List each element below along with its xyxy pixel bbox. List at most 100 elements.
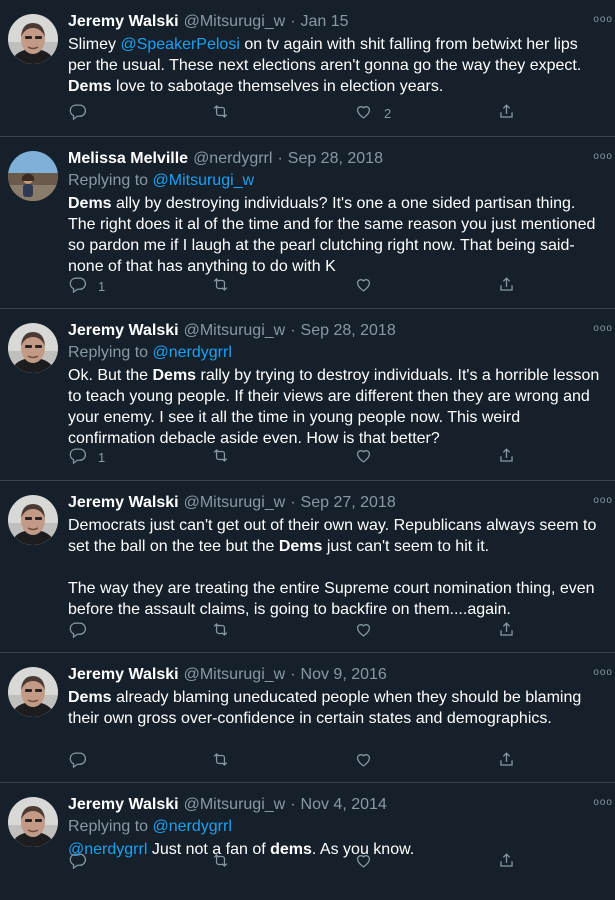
replying-to-link[interactable]: @Mitsurugi_w: [153, 172, 255, 189]
reply-icon: [68, 620, 87, 642]
display-name[interactable]: Jeremy Walski: [68, 493, 179, 513]
highlighted-term: Dems: [68, 78, 112, 95]
like-button[interactable]: [354, 275, 497, 297]
like-button[interactable]: [354, 851, 497, 873]
reply-button[interactable]: [68, 102, 211, 124]
display-name[interactable]: Melissa Melville: [68, 149, 188, 169]
like-count: 2: [384, 105, 392, 121]
tweet-actions: [68, 620, 605, 642]
display-name[interactable]: Jeremy Walski: [68, 665, 179, 685]
tweet-timestamp[interactable]: Nov 4, 2014: [301, 795, 387, 815]
display-name[interactable]: Jeremy Walski: [68, 321, 179, 341]
like-button[interactable]: [354, 620, 497, 642]
like-button[interactable]: 2: [354, 102, 497, 124]
share-icon: [497, 620, 516, 642]
tweet-content: Jeremy Walski @Mitsurugi_w · Nov 9, 2016…: [68, 665, 605, 729]
retweet-button[interactable]: [211, 851, 354, 873]
replying-to-link[interactable]: @nerdygrrl: [153, 818, 232, 835]
share-icon: [497, 851, 516, 873]
user-handle[interactable]: @Mitsurugi_w: [184, 795, 286, 815]
user-handle[interactable]: @Mitsurugi_w: [184, 12, 286, 32]
tweet[interactable]: Jeremy Walski @Mitsurugi_w · Nov 4, 2014…: [0, 783, 615, 900]
tweet-actions: [68, 750, 605, 772]
text-segment: love to sabotage themselves in election …: [111, 78, 444, 95]
tweet-text: Dems ally by destroying individuals? It'…: [68, 193, 605, 277]
like-icon: [354, 446, 373, 468]
avatar[interactable]: [8, 323, 58, 373]
tweet-header: Jeremy Walski @Mitsurugi_w · Nov 9, 2016: [68, 665, 605, 685]
retweet-icon: [211, 275, 230, 297]
tweet-text: Ok. But the Dems rally by trying to dest…: [68, 365, 605, 449]
separator-dot: ·: [290, 13, 296, 30]
replying-to-link[interactable]: @nerdygrrl: [153, 344, 232, 361]
reply-button[interactable]: [68, 851, 211, 873]
tweet-actions: 1: [68, 275, 605, 297]
retweet-button[interactable]: [211, 620, 354, 642]
display-name[interactable]: Jeremy Walski: [68, 795, 179, 815]
tweet[interactable]: Jeremy Walski @Mitsurugi_w · Jan 15 Slim…: [0, 0, 615, 137]
tweet-timestamp[interactable]: Sep 27, 2018: [301, 493, 396, 513]
replying-label: Replying to: [68, 344, 153, 361]
tweet[interactable]: Jeremy Walski @Mitsurugi_w · Nov 9, 2016…: [0, 653, 615, 783]
share-button[interactable]: [497, 750, 516, 772]
share-button[interactable]: [497, 851, 516, 873]
tweet-timestamp[interactable]: Nov 9, 2016: [301, 665, 387, 685]
avatar[interactable]: [8, 14, 58, 64]
mention-link[interactable]: @SpeakerPelosi: [120, 36, 239, 53]
tweet-timestamp[interactable]: Sep 28, 2018: [301, 321, 396, 341]
tweet-timeline: Jeremy Walski @Mitsurugi_w · Jan 15 Slim…: [0, 0, 615, 900]
highlighted-term: Dems: [152, 367, 197, 384]
tweet-header: Jeremy Walski @Mitsurugi_w · Jan 15: [68, 12, 605, 32]
reply-button[interactable]: [68, 620, 211, 642]
tweet-timestamp[interactable]: Sep 28, 2018: [288, 149, 383, 169]
reply-button[interactable]: [68, 750, 211, 772]
share-button[interactable]: [497, 446, 516, 468]
more-icon[interactable]: ooo: [593, 151, 613, 162]
more-icon[interactable]: ooo: [593, 323, 613, 334]
share-button[interactable]: [497, 102, 516, 124]
highlighted-term: Dems: [68, 195, 112, 212]
like-icon: [354, 102, 373, 124]
tweet-text: Dems already blaming uneducated people w…: [68, 687, 605, 729]
avatar[interactable]: [8, 151, 58, 201]
reply-button[interactable]: 1: [68, 275, 211, 297]
tweet-header: Jeremy Walski @Mitsurugi_w · Sep 28, 201…: [68, 321, 605, 341]
retweet-icon: [211, 102, 230, 124]
user-handle[interactable]: @Mitsurugi_w: [184, 665, 286, 685]
reply-icon: [68, 102, 87, 124]
more-icon[interactable]: ooo: [593, 797, 613, 808]
retweet-button[interactable]: [211, 446, 354, 468]
highlighted-term: Dems: [68, 689, 112, 706]
tweet-timestamp[interactable]: Jan 15: [301, 12, 349, 32]
share-icon: [497, 446, 516, 468]
more-icon[interactable]: ooo: [593, 14, 613, 25]
user-handle[interactable]: @Mitsurugi_w: [184, 493, 286, 513]
text-segment: Slimey: [68, 36, 121, 53]
retweet-icon: [211, 620, 230, 642]
display-name[interactable]: Jeremy Walski: [68, 12, 179, 32]
share-icon: [497, 102, 516, 124]
reply-count: 1: [98, 278, 106, 294]
avatar[interactable]: [8, 797, 58, 847]
like-button[interactable]: [354, 750, 497, 772]
tweet[interactable]: Melissa Melville @nerdygrrl · Sep 28, 20…: [0, 137, 615, 309]
more-icon[interactable]: ooo: [593, 667, 613, 678]
user-handle[interactable]: @Mitsurugi_w: [184, 321, 286, 341]
more-icon[interactable]: ooo: [593, 495, 613, 506]
replying-label: Replying to: [68, 172, 153, 189]
retweet-button[interactable]: [211, 102, 354, 124]
tweet[interactable]: Jeremy Walski @Mitsurugi_w · Sep 28, 201…: [0, 309, 615, 481]
retweet-icon: [211, 851, 230, 873]
avatar[interactable]: [8, 667, 58, 717]
like-button[interactable]: [354, 446, 497, 468]
share-button[interactable]: [497, 620, 516, 642]
tweet[interactable]: Jeremy Walski @Mitsurugi_w · Sep 27, 201…: [0, 481, 615, 653]
avatar[interactable]: [8, 495, 58, 545]
user-handle[interactable]: @nerdygrrl: [193, 149, 272, 169]
highlighted-term: Dems: [278, 538, 323, 555]
reply-icon: [68, 275, 87, 297]
reply-button[interactable]: 1: [68, 446, 211, 468]
share-button[interactable]: [497, 275, 516, 297]
retweet-button[interactable]: [211, 275, 354, 297]
retweet-button[interactable]: [211, 750, 354, 772]
